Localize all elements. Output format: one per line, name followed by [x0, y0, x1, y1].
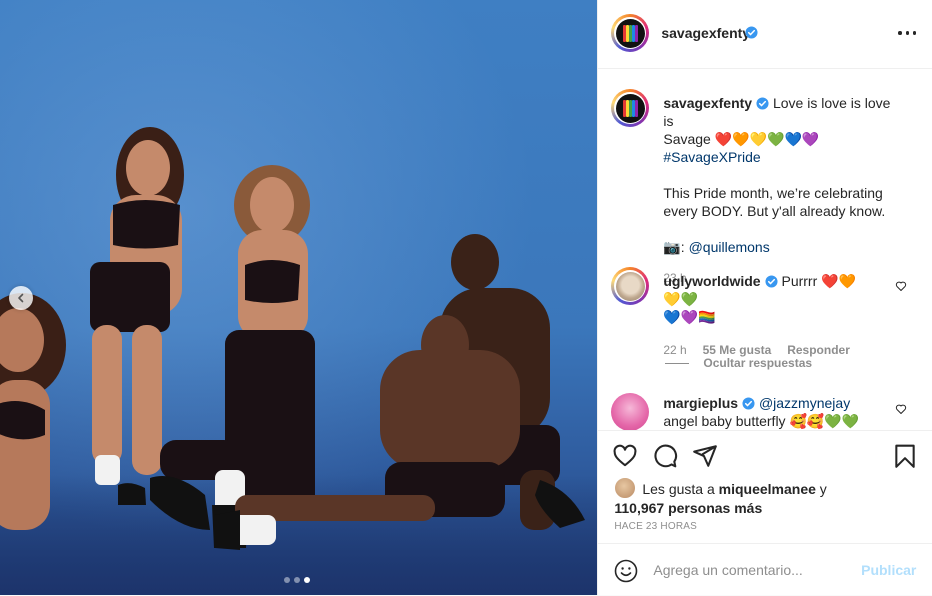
verified-icon [742, 397, 755, 410]
likes-suffix[interactable]: personas más [668, 500, 762, 516]
verified-icon [765, 275, 778, 288]
share-icon[interactable] [692, 443, 718, 469]
comment-text-line2: 💙💜🏳️‍🌈 [663, 309, 716, 325]
post-actions: Les gusta a miqueelmanee y 110,967 perso… [598, 430, 932, 544]
likes-conj: y [819, 481, 827, 497]
commenter-username[interactable]: margieplus [663, 395, 738, 411]
likes-count[interactable]: 110,967 [614, 500, 664, 516]
photo-models-illustration [0, 127, 585, 550]
carousel-dots [284, 577, 310, 583]
add-comment-bar: Publicar [598, 543, 932, 596]
liker-username[interactable]: miqueelmanee [719, 481, 816, 497]
hashtag-link[interactable]: #SavageXPride [663, 149, 760, 165]
comment-likes-count[interactable]: 55 Me gusta [703, 343, 772, 357]
carousel-dot [284, 577, 290, 583]
post-header: savagexfenty [598, 0, 932, 69]
caption-author-avatar[interactable] [611, 89, 650, 127]
more-icon [898, 31, 902, 35]
hide-replies-label: Ocultar respuestas [703, 356, 813, 370]
caption-hearts: ❤️🧡💛💚💙💜 [714, 131, 820, 147]
comment-heart-icon[interactable] [895, 403, 907, 415]
author-username[interactable]: savagexfenty [661, 25, 750, 41]
post-side-panel: savagexfenty savagexfenty Love is love i… [597, 0, 932, 595]
comment-item: margieplus @jazzmynejay angel baby butte… [611, 393, 911, 430]
bookmark-icon[interactable] [892, 443, 918, 469]
photo-credit-mention[interactable]: @quillemons [689, 239, 770, 255]
liker-avatar[interactable] [614, 477, 637, 499]
carousel-dot [294, 577, 300, 583]
caption-author-username[interactable]: savagexfenty [663, 95, 752, 111]
heart-icon[interactable] [612, 443, 638, 469]
comment-text-line2: angel baby butterfly 🥰🥰💚💚 [663, 413, 860, 429]
commenter-avatar[interactable] [611, 393, 650, 430]
comment-input[interactable] [653, 560, 854, 580]
hide-replies-button[interactable]: Ocultar respuestas [665, 356, 812, 370]
verified-icon [756, 97, 769, 110]
commenter-avatar[interactable] [611, 267, 650, 305]
verified-icon [745, 26, 758, 39]
comment-heart-icon[interactable] [895, 280, 907, 292]
caption-line2-prefix: Savage [663, 131, 711, 147]
carousel-dot-active [304, 577, 310, 583]
comments-list[interactable]: savagexfenty Love is love is love is Sav… [598, 69, 932, 430]
caption-paragraph: This Pride month, we’re celebrating ever… [663, 185, 886, 219]
previous-photo-button[interactable] [9, 286, 33, 310]
more-options-button[interactable] [898, 24, 917, 42]
author-avatar[interactable] [611, 14, 650, 52]
comment-icon[interactable] [652, 443, 678, 469]
post-viewer: savagexfenty savagexfenty Love is love i… [0, 0, 932, 595]
photo-credit-icon: 📷: [663, 239, 685, 255]
reply-button[interactable]: Responder [787, 343, 850, 357]
caption: savagexfenty Love is love is love is Sav… [611, 89, 911, 285]
post-time-ago[interactable]: HACE 23 HORAS [614, 521, 697, 532]
comment-time[interactable]: 22 h [663, 343, 686, 357]
chevron-left-icon [18, 293, 24, 303]
emoji-icon[interactable] [614, 559, 638, 583]
likes-prefix: Les gusta a [642, 481, 715, 497]
post-photo[interactable] [0, 0, 598, 595]
comment-mention[interactable]: @jazzmynejay [759, 395, 850, 411]
commenter-username[interactable]: uglyworldwide [663, 273, 760, 289]
likes-summary: Les gusta a miqueelmanee y 110,967 perso… [614, 477, 914, 517]
publish-button[interactable]: Publicar [861, 562, 916, 578]
